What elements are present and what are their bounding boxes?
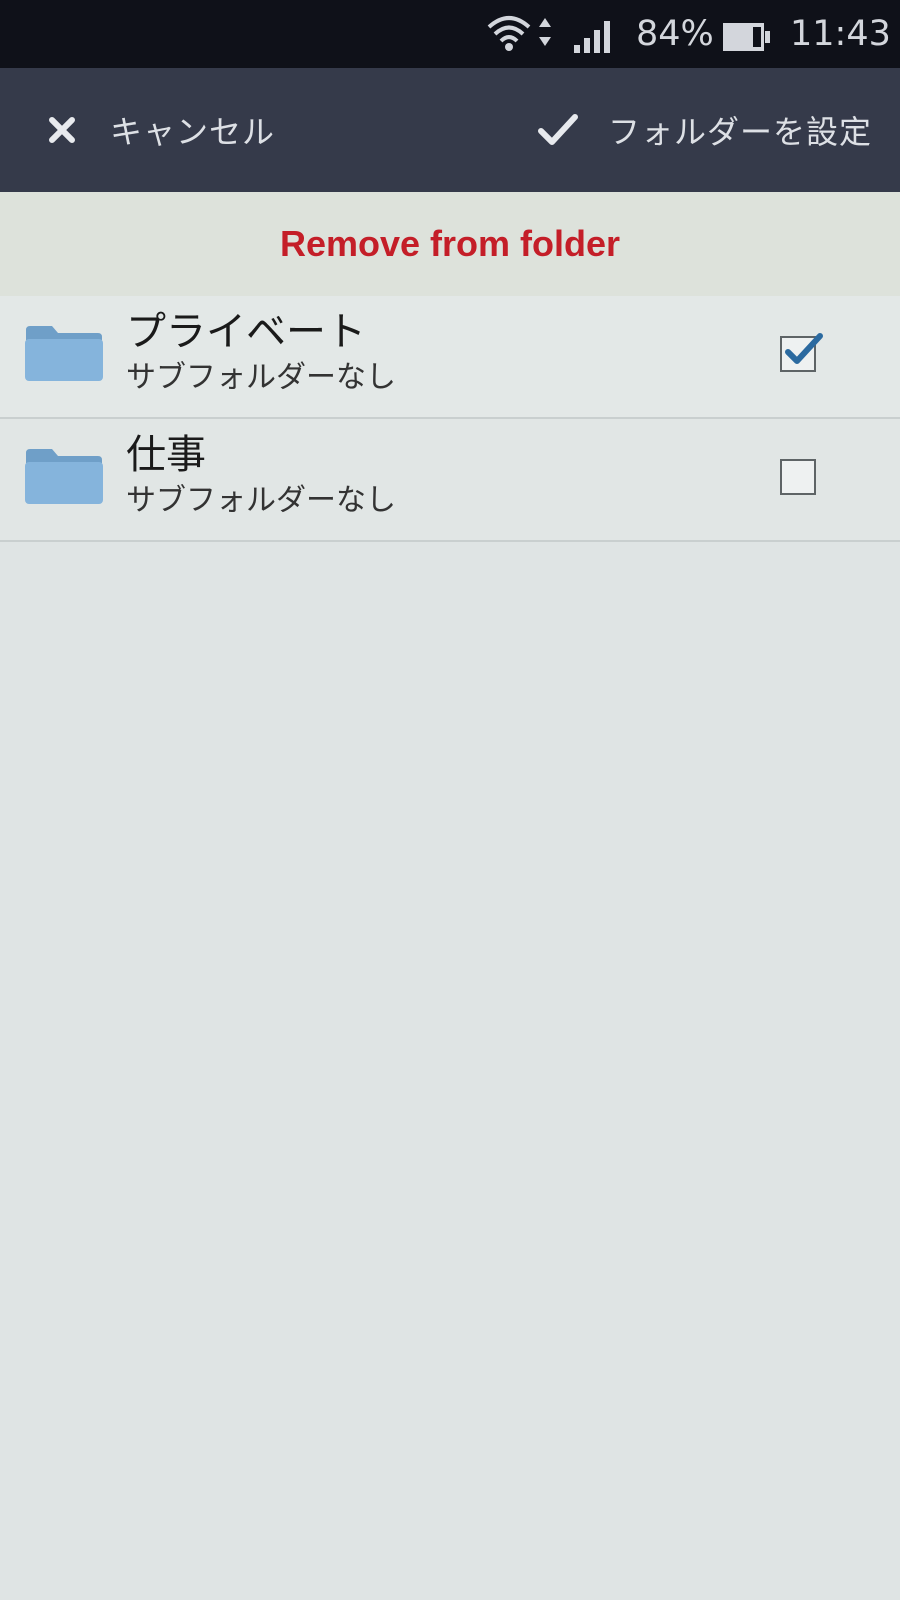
cancel-label: キャンセル	[110, 113, 276, 151]
status-bar: 84% 11:43	[0, 0, 900, 68]
set-folder-button[interactable]: フォルダーを設定	[512, 96, 872, 164]
remove-from-folder-label: Remove from folder	[279, 223, 621, 264]
folder-list: プライベート サブフォルダーなし 仕事 サブフォルダーなし	[0, 296, 900, 542]
checkmark-icon	[785, 333, 823, 364]
folder-icon	[25, 449, 103, 504]
folder-name: 仕事	[126, 432, 206, 478]
wifi-icon	[487, 16, 531, 51]
close-icon	[49, 117, 75, 143]
folder-icon	[25, 326, 103, 381]
folder-name: プライベート	[126, 309, 366, 355]
signal-icon	[574, 21, 610, 53]
remove-from-folder-button[interactable]: Remove from folder	[0, 192, 900, 296]
folder-row-work[interactable]: 仕事 サブフォルダーなし	[0, 419, 900, 542]
battery-icon	[723, 23, 770, 51]
folder-subtitle: サブフォルダーなし	[126, 483, 396, 518]
folder-subtitle: サブフォルダーなし	[126, 360, 396, 395]
action-bar: キャンセル フォルダーを設定	[0, 68, 900, 192]
cancel-button[interactable]: キャンセル	[40, 96, 310, 164]
set-folder-label: フォルダーを設定	[607, 113, 872, 151]
folder-checkbox-unchecked[interactable]	[780, 459, 816, 495]
check-icon	[537, 114, 578, 145]
folder-checkbox-checked[interactable]	[780, 333, 823, 372]
data-arrows-icon	[539, 18, 551, 46]
clock: 11:43	[790, 14, 891, 54]
folder-row-private[interactable]: プライベート サブフォルダーなし	[0, 296, 900, 419]
battery-percent: 84%	[636, 14, 714, 54]
